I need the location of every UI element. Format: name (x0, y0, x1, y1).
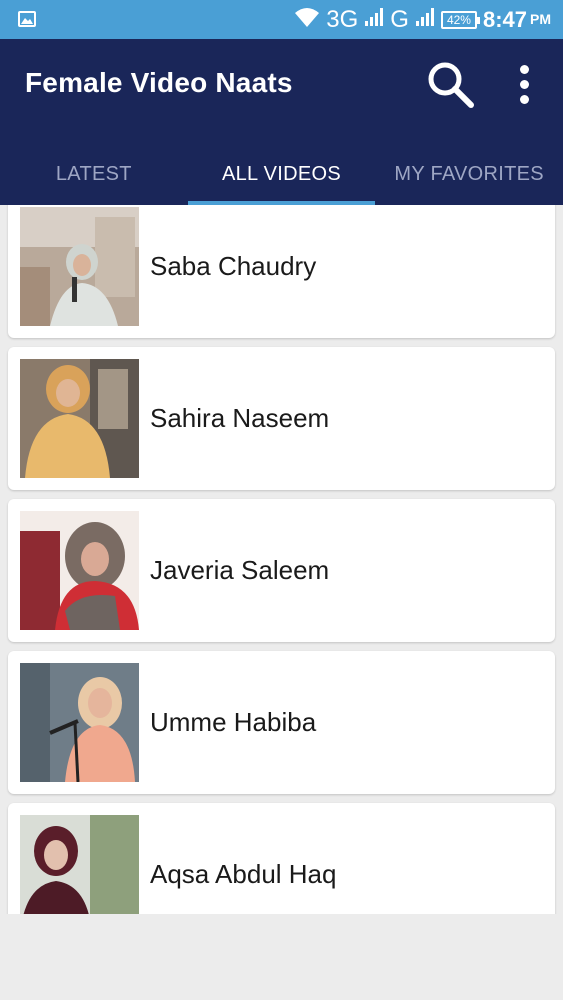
video-title: Umme Habiba (150, 707, 317, 737)
list-item[interactable]: Aqsa Abdul Haq (8, 803, 555, 914)
app-bar: Female Video Naats LATEST ALL VIDEOS MY … (0, 39, 563, 205)
network-3g-label: 3G (326, 6, 359, 33)
video-list[interactable]: Saba Chaudry Sahira Naseem Javeria Salee… (0, 205, 563, 914)
network-g-label: G (390, 6, 409, 33)
signal-icon (364, 7, 384, 32)
clock-time: 8:47 (482, 7, 527, 32)
video-thumbnail (20, 207, 139, 326)
list-item[interactable]: Javeria Saleem (8, 499, 555, 642)
tab-all-videos[interactable]: ALL VIDEOS (187, 143, 376, 205)
video-thumbnail (20, 511, 139, 630)
video-title: Javeria Saleem (150, 555, 330, 585)
clock-ampm: PM (530, 11, 551, 27)
video-title: Sahira Naseem (150, 403, 330, 433)
status-icons: 3G G 42% 8:47 PM (294, 0, 551, 39)
bottom-empty-area (0, 914, 563, 1000)
tab-latest[interactable]: LATEST (0, 143, 188, 205)
battery-icon: 42% (440, 10, 480, 29)
tab-my-favorites[interactable]: MY FAVORITES (375, 143, 563, 205)
video-thumbnail (20, 663, 139, 782)
status-bar: 3G G 42% 8:47 PM (0, 0, 563, 39)
gallery-icon (18, 11, 36, 27)
wifi-icon (294, 6, 320, 33)
more-vert-icon[interactable] (510, 61, 540, 109)
search-icon[interactable] (423, 57, 479, 113)
app-title: Female Video Naats (25, 67, 293, 98)
list-item[interactable]: Umme Habiba (8, 651, 555, 794)
video-thumbnail (20, 359, 139, 478)
video-title: Saba Chaudry (150, 251, 317, 281)
video-title: Aqsa Abdul Haq (150, 859, 337, 889)
signal-icon (415, 7, 435, 32)
video-thumbnail (20, 815, 139, 914)
list-item[interactable]: Sahira Naseem (8, 347, 555, 490)
list-item[interactable]: Saba Chaudry (8, 205, 555, 338)
tab-bar: LATEST ALL VIDEOS MY FAVORITES (0, 143, 563, 205)
